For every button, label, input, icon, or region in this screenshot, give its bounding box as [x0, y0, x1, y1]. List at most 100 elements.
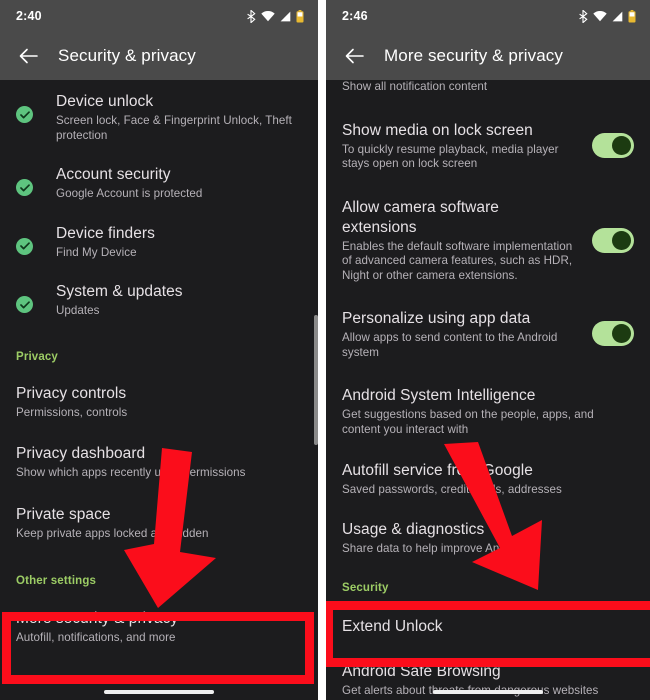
list-item-subtitle: Saved passwords, credit cards, addresses	[342, 483, 562, 496]
list-item-autofill-service[interactable]: Autofill service from Google Saved passw…	[326, 437, 650, 498]
list-item-subtitle: Share data to help improve Android	[342, 541, 526, 555]
list-item-title: More security & privacy	[16, 610, 179, 627]
section-header-privacy: Privacy	[16, 350, 58, 363]
toggle-switch[interactable]	[592, 227, 634, 253]
row-leading	[16, 224, 56, 255]
list-item[interactable]: Privacy dashboard Show which apps recent…	[0, 420, 318, 481]
toggle-knob	[612, 230, 631, 250]
list-item-subtitle: Show which apps recently used permission…	[16, 466, 246, 479]
row-leading	[16, 282, 56, 313]
list-item-title: Show media on lock screen	[342, 121, 533, 139]
list-item[interactable]: System & updates Updates	[0, 260, 318, 319]
row-leading	[16, 92, 56, 123]
list-item-usage-diagnostics[interactable]: Usage & diagnostics Share data to help i…	[326, 498, 650, 557]
list-item-title: Personalize using app data	[342, 310, 531, 327]
list-item-subtitle: To quickly resume playback, media player…	[342, 142, 559, 171]
cellular-signal-icon	[280, 11, 291, 22]
list-item-show-media-lock-screen[interactable]: Show media on lock screen To quickly res…	[326, 95, 650, 172]
check-circle-icon	[16, 179, 33, 196]
status-icons	[579, 9, 636, 23]
section-header-security: Security	[342, 582, 389, 594]
list-item-title: Usage & diagnostics	[342, 520, 485, 538]
left-status-bar: 2:40	[0, 0, 318, 32]
row-texts: Allow camera software extensions Enables…	[342, 198, 578, 284]
list-item-subtitle: Allow apps to send content to the Androi…	[342, 331, 558, 359]
page-title: More security & privacy	[384, 46, 563, 65]
list-item[interactable]: Device finders Find My Device	[0, 202, 318, 261]
list-item-subtitle: Find My Device	[56, 245, 137, 259]
list-item-subtitle: Enables the default software implementat…	[342, 239, 573, 282]
row-texts: Account security Google Account is prote…	[56, 165, 302, 202]
list-item-subtitle: Show all notification content	[342, 80, 488, 93]
list-item-title: Account security	[56, 166, 171, 183]
list-item-more-security-privacy[interactable]: More security & privacy Autofill, notifi…	[0, 587, 318, 646]
list-item-subtitle: Permissions, controls	[16, 405, 128, 419]
list-item-subtitle: Keep private apps locked and hidden	[16, 526, 209, 540]
list-item-title: Android System Intelligence	[342, 387, 536, 404]
wifi-icon	[261, 10, 275, 22]
row-texts: Privacy dashboard Show which apps recent…	[16, 444, 302, 481]
list-item-subtitle: Updates	[56, 304, 100, 317]
left-phone-panel: 2:40 Security & privacy Device unlock Sc…	[0, 0, 318, 700]
back-arrow-icon[interactable]	[338, 40, 370, 72]
list-item-title: Extend Unlock	[342, 618, 443, 635]
list-item-allow-camera-extensions[interactable]: Allow camera software extensions Enables…	[326, 172, 650, 284]
row-texts: System & updates Updates	[56, 282, 302, 319]
row-texts: Usage & diagnostics Share data to help i…	[342, 520, 634, 557]
list-item-title: Allow camera software extensions	[342, 198, 499, 236]
row-texts: More security & privacy Autofill, notifi…	[16, 609, 302, 646]
row-texts: Privacy controls Permissions, controls	[16, 384, 302, 421]
list-item-subtitle: Google Account is protected	[56, 187, 203, 200]
row-texts: Device finders Find My Device	[56, 224, 302, 261]
list-item-android-system-intelligence[interactable]: Android System Intelligence Get suggesti…	[326, 360, 650, 437]
list-item-title: Device finders	[56, 224, 155, 242]
check-circle-icon	[16, 237, 33, 255]
list-item-extend-unlock[interactable]: Extend Unlock	[326, 594, 650, 637]
status-clock: 2:46	[342, 9, 368, 23]
back-arrow-icon[interactable]	[12, 40, 44, 72]
wifi-icon	[593, 10, 607, 22]
row-leading	[16, 165, 56, 196]
row-texts: Autofill service from Google Saved passw…	[342, 461, 634, 498]
row-texts: Personalize using app data Allow apps to…	[342, 309, 578, 360]
check-circle-icon	[16, 296, 33, 313]
check-circle-icon	[16, 106, 33, 123]
right-scroll-content[interactable]: Show all notification content Show media…	[326, 80, 650, 700]
list-item-title: Device unlock	[56, 93, 154, 110]
left-scroll-content[interactable]: Device unlock Screen lock, Face & Finger…	[0, 80, 318, 700]
toggle-switch[interactable]	[592, 321, 634, 346]
gesture-bar	[433, 690, 543, 694]
list-item[interactable]: Account security Google Account is prote…	[0, 143, 318, 202]
list-item[interactable]: Private space Keep private apps locked a…	[0, 481, 318, 542]
list-item-title: Autofill service from Google	[342, 462, 533, 479]
bluetooth-icon	[579, 9, 588, 23]
row-texts: Android System Intelligence Get suggesti…	[342, 386, 634, 437]
toggle-knob	[612, 135, 631, 155]
gesture-bar	[104, 690, 214, 694]
list-item-personalize-app-data[interactable]: Personalize using app data Allow apps to…	[326, 283, 650, 360]
list-item[interactable]: Device unlock Screen lock, Face & Finger…	[0, 80, 318, 143]
list-item-partial[interactable]: Show all notification content	[326, 80, 650, 95]
row-texts: Device unlock Screen lock, Face & Finger…	[56, 92, 302, 143]
list-item-title: Android Safe Browsing	[342, 663, 501, 680]
list-item-subtitle: Screen lock, Face & Fingerprint Unlock, …	[56, 114, 292, 142]
toggle-knob	[612, 324, 631, 343]
right-phone-panel: 2:46 More security & privacy Show all no…	[326, 0, 650, 700]
list-item-title: Private space	[16, 505, 111, 523]
battery-icon	[628, 9, 636, 23]
list-item[interactable]: Privacy controls Permissions, controls	[0, 363, 318, 421]
bluetooth-icon	[247, 9, 256, 23]
list-item-title: Privacy controls	[16, 384, 127, 402]
row-texts: Extend Unlock	[342, 617, 634, 637]
list-item-subtitle: Autofill, notifications, and more	[16, 631, 176, 644]
list-item-title: System & updates	[56, 283, 183, 300]
status-clock: 2:40	[16, 9, 42, 23]
row-texts: Show media on lock screen To quickly res…	[342, 121, 578, 172]
battery-icon	[296, 9, 304, 23]
toggle-switch[interactable]	[592, 132, 634, 158]
row-texts: Show all notification content	[342, 80, 634, 95]
section-header-other-settings: Other settings	[16, 575, 97, 587]
status-icons	[247, 9, 304, 23]
right-status-bar: 2:46	[326, 0, 650, 32]
cellular-signal-icon	[612, 11, 623, 22]
